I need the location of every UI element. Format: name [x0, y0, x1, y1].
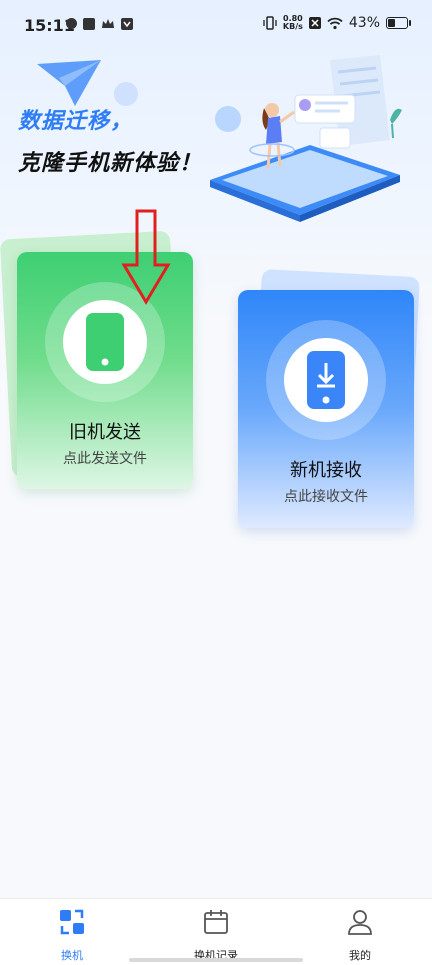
new-phone-title: 新机接收 — [290, 460, 362, 481]
status-bar: 15:11 0.80 KB/s 43% — [0, 0, 432, 52]
nav-item-mine[interactable]: 我的 — [310, 907, 410, 963]
system-status: 0.80 KB/s 43% — [263, 15, 411, 31]
nav-item-history[interactable]: 换机记录 — [166, 907, 266, 963]
phone-icon-ring — [266, 320, 386, 440]
crown-icon — [102, 19, 114, 28]
user-icon — [348, 910, 372, 935]
phone-icon-circle — [63, 300, 147, 384]
hero-illustration — [210, 55, 402, 222]
phone-download-icon — [307, 351, 345, 409]
notification-icon — [66, 18, 77, 29]
new-phone-subtitle: 点此接收文件 — [284, 489, 368, 505]
new-phone-receive-card[interactable]: 新机接收 点此接收文件 — [238, 290, 414, 528]
bottom-navigation: 换机 换机记录 我的 — [0, 898, 432, 965]
old-phone-title: 旧机发送 — [69, 422, 141, 443]
old-phone-subtitle: 点此发送文件 — [63, 451, 147, 467]
hero-title-line2: 克隆手机新体验！ — [18, 151, 203, 176]
notification-icons — [66, 18, 133, 30]
net-speed-unit: KB/s — [282, 22, 303, 31]
wifi-icon — [327, 17, 343, 29]
battery-percent: 43% — [348, 15, 380, 31]
play-icon — [83, 18, 95, 30]
chevron-down-icon — [121, 18, 133, 30]
sim-off-icon — [308, 17, 321, 29]
battery-icon — [386, 17, 411, 29]
decor-bubble — [114, 82, 138, 106]
hero-title: 数据迁移， 克隆手机新体验！ — [18, 103, 202, 177]
home-indicator[interactable] — [129, 958, 303, 962]
paper-plane-icon — [37, 60, 101, 106]
phone-icon — [86, 313, 124, 371]
nav-label-switch: 换机 — [61, 949, 83, 962]
vibrate-icon — [263, 16, 277, 30]
phone-icon-circle — [284, 338, 368, 422]
red-down-arrow-icon — [121, 209, 171, 305]
nav-label-mine: 我的 — [349, 949, 371, 962]
swap-icon — [60, 909, 84, 935]
nav-item-switch[interactable]: 换机 — [22, 907, 122, 963]
network-speed: 0.80 KB/s — [283, 15, 303, 31]
calendar-icon — [204, 910, 228, 934]
